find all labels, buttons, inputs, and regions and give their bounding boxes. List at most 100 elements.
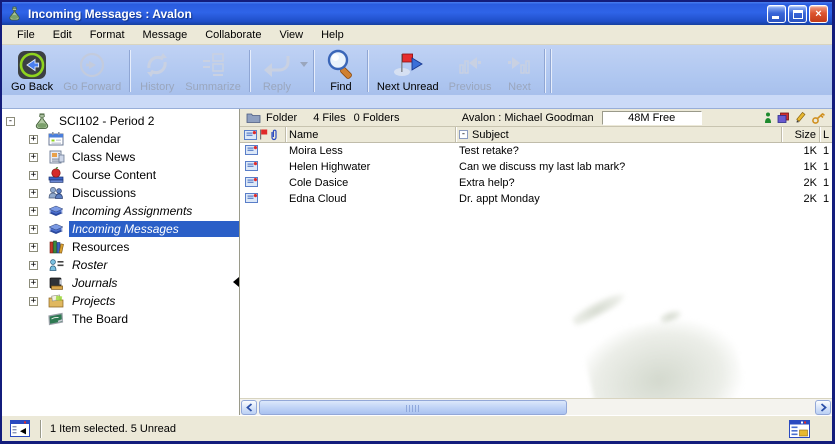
expand-icon[interactable]: +: [29, 189, 38, 198]
expand-icon[interactable]: +: [29, 207, 38, 216]
scroll-left-button[interactable]: [241, 400, 257, 415]
status-text: 1 Item selected. 5 Unread: [50, 423, 176, 435]
menu-help[interactable]: Help: [312, 27, 353, 43]
message-date: 1: [820, 145, 832, 157]
message-row[interactable]: Edna Cloud Dr. appt Monday 2K 1: [240, 191, 832, 207]
next-unread-button[interactable]: Next Unread: [372, 47, 444, 95]
menu-collaborate[interactable]: Collaborate: [196, 27, 270, 43]
expand-icon[interactable]: +: [29, 279, 38, 288]
menu-view[interactable]: View: [270, 27, 312, 43]
summarize-button[interactable]: Summarize: [180, 47, 246, 95]
toolbar: Go Back Go Forward: [2, 45, 832, 109]
next-label: Next: [508, 81, 531, 93]
go-forward-icon: [78, 49, 106, 81]
collapse-threads-icon[interactable]: -: [459, 130, 468, 139]
sidebar-item-course-content[interactable]: + Course Content: [2, 166, 239, 184]
sidebar-item-label: Incoming Assignments: [69, 203, 195, 219]
sidebar-item-journals[interactable]: + Journals: [2, 274, 239, 292]
expand-icon[interactable]: +: [29, 297, 38, 306]
message-row[interactable]: Moira Less Test retake? 1K 1: [240, 143, 832, 159]
layout-icon[interactable]: [789, 420, 810, 438]
person-icon[interactable]: [764, 112, 772, 124]
folder-label: Folder: [266, 112, 297, 124]
titlebar[interactable]: Incoming Messages : Avalon ×: [2, 2, 832, 25]
sidebar-item-label: Calendar: [69, 131, 124, 147]
sidebar-item-incoming-messages[interactable]: + Incoming Messages: [2, 220, 239, 238]
menu-bar: File Edit Format Message Collaborate Vie…: [2, 25, 832, 45]
attachment-column-icon[interactable]: [270, 129, 278, 141]
message-size: 1K: [782, 145, 820, 157]
message-type-column-icon[interactable]: [244, 130, 257, 140]
folder-tree-panel: - SCI102 - Period 2 +: [2, 109, 240, 415]
stack-windows-icon[interactable]: [777, 112, 790, 124]
reply-button[interactable]: Reply: [254, 47, 300, 95]
minimize-button[interactable]: [767, 5, 786, 23]
history-button[interactable]: History: [134, 47, 180, 95]
list-column-headers: Name - Subject Size L: [240, 127, 832, 143]
chevron-left-icon: [246, 403, 253, 412]
scrollbar-thumb[interactable]: [259, 400, 567, 415]
collapse-icon[interactable]: -: [6, 117, 15, 126]
sidebar-item-resources[interactable]: + Resources: [2, 238, 239, 256]
background-watermark: [570, 288, 628, 328]
reply-icon: [260, 49, 294, 81]
sidebar-item-roster[interactable]: + Roster: [2, 256, 239, 274]
expand-icon[interactable]: +: [29, 171, 38, 180]
column-header-size[interactable]: Size: [782, 127, 820, 142]
sidebar-item-sci102[interactable]: - SCI102 - Period 2: [2, 112, 239, 130]
expand-icon[interactable]: +: [29, 261, 38, 270]
sidebar-item-label: Projects: [69, 293, 118, 309]
reply-dropdown-icon[interactable]: [300, 62, 308, 67]
find-button[interactable]: Find: [318, 47, 364, 95]
calendar-icon: [47, 131, 65, 147]
expand-icon[interactable]: +: [29, 225, 38, 234]
message-date: 1: [820, 193, 832, 205]
previous-button[interactable]: Previous: [444, 47, 497, 95]
collapse-panel-icon[interactable]: [10, 420, 30, 437]
menu-file[interactable]: File: [8, 27, 44, 43]
previous-label: Previous: [449, 81, 492, 93]
sidebar-item-discussions[interactable]: + Discussions: [2, 184, 239, 202]
maximize-button[interactable]: [788, 5, 807, 23]
column-header-name[interactable]: Name: [286, 127, 456, 142]
menu-edit[interactable]: Edit: [44, 27, 81, 43]
sidebar-item-label: SCI102 - Period 2: [56, 113, 157, 129]
background-watermark: [581, 307, 750, 398]
message-size: 2K: [782, 177, 820, 189]
sidebar-item-calendar[interactable]: + Calendar: [2, 130, 239, 148]
scroll-right-button[interactable]: [815, 400, 831, 415]
menu-message[interactable]: Message: [134, 27, 197, 43]
message-subject: Can we discuss my last lab mark?: [456, 161, 782, 173]
books-stack-icon: [47, 203, 65, 219]
roster-icon: [47, 257, 65, 273]
sidebar-item-class-news[interactable]: + Class News: [2, 148, 239, 166]
go-forward-button[interactable]: Go Forward: [58, 47, 126, 95]
pencil-icon[interactable]: [795, 112, 807, 124]
close-button[interactable]: ×: [809, 5, 828, 23]
sidebar-item-the-board[interactable]: The Board: [2, 310, 239, 328]
flag-column-icon[interactable]: [259, 129, 268, 140]
next-button[interactable]: Next: [496, 47, 542, 95]
expand-icon[interactable]: +: [29, 153, 38, 162]
horizontal-scrollbar[interactable]: [240, 398, 832, 415]
expand-icon[interactable]: +: [29, 243, 38, 252]
go-back-button[interactable]: Go Back: [6, 47, 58, 95]
message-row[interactable]: Cole Dasice Extra help? 2K 1: [240, 175, 832, 191]
unread-message-icon: [245, 145, 258, 155]
sender-name: Moira Less: [286, 145, 456, 157]
column-header-subject[interactable]: - Subject: [456, 127, 782, 142]
close-icon: ×: [815, 8, 821, 20]
menu-format[interactable]: Format: [81, 27, 134, 43]
key-icon[interactable]: [812, 112, 826, 124]
folders-count: 0 Folders: [354, 112, 400, 124]
history-label: History: [140, 81, 174, 93]
sidebar-item-label: Course Content: [69, 167, 159, 183]
message-row[interactable]: Helen Highwater Can we discuss my last l…: [240, 159, 832, 175]
summarize-icon: [199, 49, 227, 81]
column-header-date[interactable]: L: [820, 127, 832, 142]
sidebar-item-projects[interactable]: + Projects: [2, 292, 239, 310]
expand-icon[interactable]: +: [29, 135, 38, 144]
message-subject: Test retake?: [456, 145, 782, 157]
sidebar-item-incoming-assignments[interactable]: + Incoming Assignments: [2, 202, 239, 220]
sidebar-collapse-arrow[interactable]: [233, 277, 239, 287]
